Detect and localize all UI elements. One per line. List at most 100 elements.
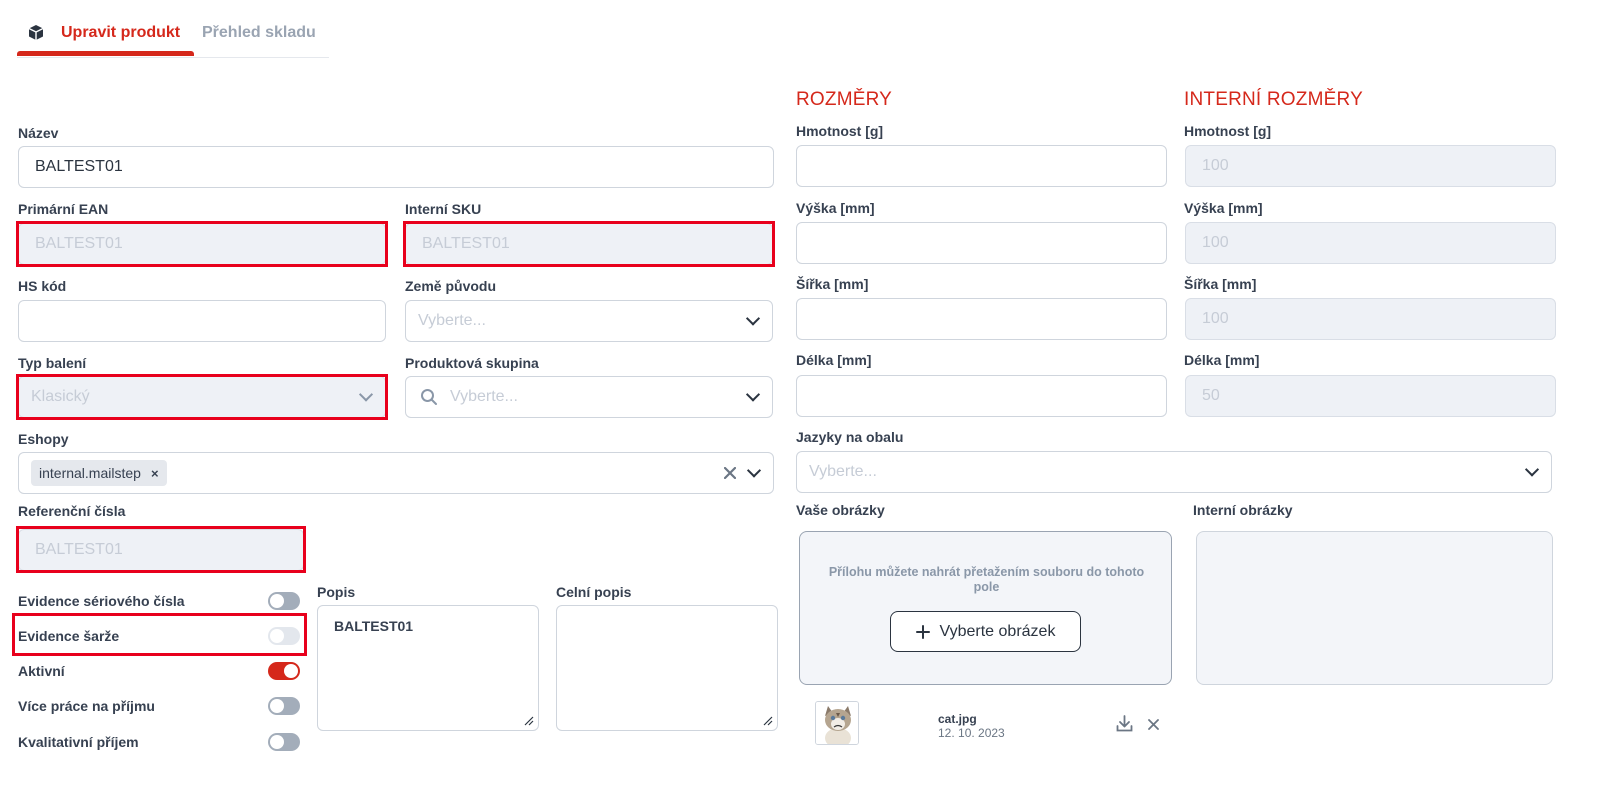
resize-handle-icon[interactable] [763,716,773,726]
internal-weight-value: 100 [1202,157,1229,174]
eshop-tag-label: internal.mailstep [39,465,141,481]
reference-numbers-label: Referenční čísla [18,503,126,519]
toggle-label-batch: Evidence šarže [18,628,120,644]
toggle-receipt-work[interactable] [268,697,300,715]
reference-numbers-value: BALTEST01 [35,541,123,558]
eshops-label: Eshopy [18,431,69,447]
name-input[interactable]: BALTEST01 [18,146,774,188]
weight-input[interactable] [796,145,1167,187]
toggle-knob [284,664,298,678]
internal-weight-input: 100 [1185,145,1556,187]
eshop-tag: internal.mailstep × [31,460,167,486]
dimensions-title: ROZMĚRY [796,89,893,110]
eshops-multiselect[interactable]: internal.mailstep × [18,452,774,494]
internal-length-value: 50 [1202,387,1220,404]
weight-label: Hmotnost [g] [796,123,884,139]
ean-label: Primární EAN [18,201,109,217]
file-date: 12. 10. 2023 [938,726,1005,740]
height-input[interactable] [796,222,1167,264]
packaging-languages-placeholder: Vyberte... [809,463,877,480]
name-value: BALTEST01 [35,158,123,175]
tab-edit-product[interactable]: Upravit produkt [61,24,180,42]
toggle-active[interactable] [268,662,300,680]
origin-country-label: Země původu [405,278,497,294]
active-tab-indicator [17,51,194,56]
sku-input: BALTEST01 [405,223,773,265]
internal-images-label: Interní obrázky [1193,502,1293,518]
chevron-down-icon [1524,462,1540,477]
packaging-type-label: Typ balení [18,355,87,371]
hs-code-label: HS kód [18,278,67,294]
download-icon[interactable] [1116,715,1133,732]
internal-length-input: 50 [1185,375,1556,417]
internal-images-area [1196,531,1553,685]
internal-width-label: Šířka [mm] [1184,276,1257,292]
sku-label: Interní SKU [405,201,482,217]
customs-description-textarea[interactable] [556,605,778,731]
toggle-knob [270,594,284,608]
plus-icon [915,624,930,639]
tab-stock-overview[interactable]: Přehled skladu [202,24,316,42]
toggle-quality-receipt[interactable] [268,733,300,751]
internal-height-label: Výška [mm] [1184,200,1263,216]
remove-file-icon[interactable] [1148,719,1159,730]
box-icon [28,25,44,40]
cat-image [816,702,858,744]
hs-code-input[interactable] [18,300,386,342]
height-label: Výška [mm] [796,200,875,216]
ean-input: BALTEST01 [18,223,386,265]
tag-remove-icon[interactable]: × [151,466,159,481]
chevron-down-icon [745,311,761,326]
toggle-batch [268,627,300,645]
file-name: cat.jpg [938,712,977,726]
width-input[interactable] [796,298,1167,340]
customs-description-label: Celní popis [556,584,632,600]
internal-length-label: Délka [mm] [1184,352,1260,368]
toggle-label-serial: Evidence sériového čísla [18,593,185,609]
toggle-label-quality: Kvalitativní příjem [18,734,139,750]
resize-handle-icon[interactable] [524,716,534,726]
chevron-down-icon [358,387,374,402]
description-value: BALTEST01 [334,618,414,634]
chevron-down-icon [745,387,761,402]
packaging-languages-label: Jazyky na obalu [796,429,904,445]
product-group-label: Produktová skupina [405,355,539,371]
select-image-button[interactable]: Vyberte obrázek [890,611,1081,652]
internal-width-input: 100 [1185,298,1556,340]
packaging-type-value: Klasický [31,388,90,405]
description-textarea[interactable]: BALTEST01 [317,605,539,731]
toggle-label-receipt-work: Více práce na příjmu [18,698,155,714]
origin-country-select[interactable]: Vyberte... [405,300,773,342]
width-label: Šířka [mm] [796,276,869,292]
toggle-knob [270,629,284,643]
toggle-serial-number[interactable] [268,592,300,610]
toggle-label-active: Aktivní [18,663,65,679]
name-label: Název [18,125,59,141]
product-group-placeholder: Vyberte... [450,388,518,405]
search-icon [421,389,437,405]
description-label: Popis [317,584,356,600]
internal-dimensions-title: INTERNÍ ROZMĚRY [1184,89,1363,110]
packaging-languages-select[interactable]: Vyberte... [796,451,1552,493]
product-group-select[interactable]: Vyberte... [405,376,773,418]
sku-value: BALTEST01 [422,235,510,252]
image-dropzone[interactable]: Přílohu můžete nahrát přetažením souboru… [799,531,1172,685]
internal-height-input: 100 [1185,222,1556,264]
length-input[interactable] [796,375,1167,417]
toggle-knob [270,735,284,749]
reference-numbers-input: BALTEST01 [18,529,304,571]
dropzone-hint: Přílohu můžete nahrát přetažením souboru… [828,565,1145,594]
internal-width-value: 100 [1202,310,1229,327]
image-thumbnail[interactable] [815,701,859,745]
toggle-knob [270,699,284,713]
tab-bar: Upravit produkt Přehled skladu [17,0,329,58]
internal-weight-label: Hmotnost [g] [1184,123,1272,139]
select-image-label: Vyberte obrázek [939,622,1056,640]
packaging-type-select: Klasický [18,376,386,418]
ean-value: BALTEST01 [35,235,123,252]
chevron-down-icon[interactable] [746,463,762,478]
origin-country-placeholder: Vyberte... [418,312,486,329]
length-label: Délka [mm] [796,352,872,368]
clear-icon[interactable] [724,467,736,479]
your-images-label: Vaše obrázky [796,502,885,518]
